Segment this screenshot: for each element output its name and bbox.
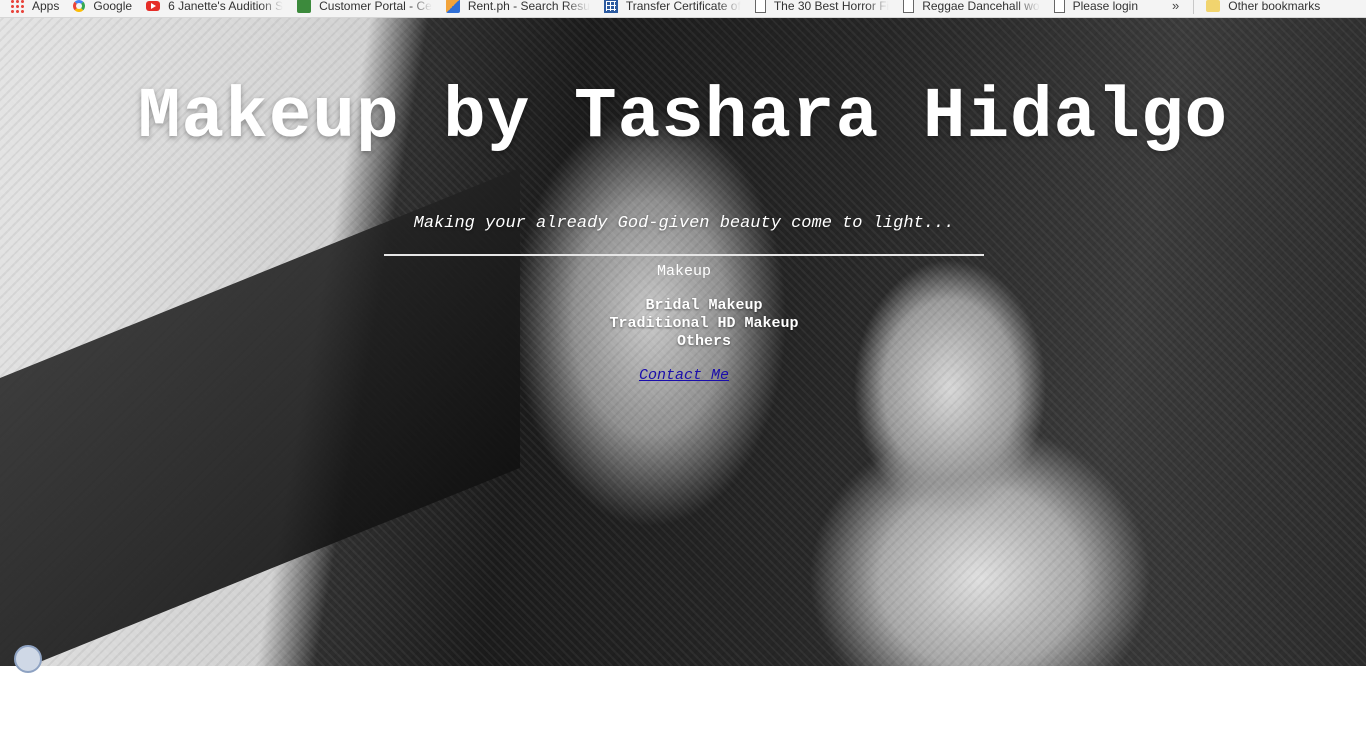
bookmark-apps[interactable]: Apps [10, 0, 59, 17]
folder-icon [1206, 0, 1221, 12]
service-traditional-hd-makeup[interactable]: Traditional HD Makeup [504, 315, 904, 333]
site-title: Makeup by Tashara Hidalgo [137, 78, 1229, 158]
bookmark-transfer-certificate[interactable]: Transfer Certificate of [603, 0, 741, 17]
other-bookmarks-label: Other bookmarks [1228, 0, 1321, 13]
bookmark-label: Rent.ph - Search Resu [467, 0, 590, 13]
service-others[interactable]: Others [504, 333, 904, 351]
bookmarks-bar: Apps Google 6 Janette's Audition S Custo… [0, 0, 1366, 18]
portal-icon [297, 0, 312, 13]
bookmark-label: 6 Janette's Audition S [168, 0, 284, 13]
bookmark-please-login[interactable]: Please login [1053, 0, 1138, 17]
contact-me-link[interactable]: Contact Me [584, 367, 784, 384]
service-bridal-makeup[interactable]: Bridal Makeup [504, 297, 904, 315]
tagline: Making your already God-given beauty com… [413, 214, 955, 233]
page-icon [754, 0, 766, 13]
spreadsheet-icon [603, 0, 618, 13]
bookmark-rent-ph[interactable]: Rent.ph - Search Resu [445, 0, 590, 17]
bookmark-label: Customer Portal - Ce [319, 0, 432, 13]
bookmark-customer-portal[interactable]: Customer Portal - Ce [297, 0, 432, 17]
chat-bubble-icon[interactable] [14, 645, 42, 673]
bookmarks-overflow-button[interactable]: » [1172, 0, 1179, 13]
bookmark-reggae-dancehall[interactable]: Reggae Dancehall wo [903, 0, 1040, 17]
divider [384, 254, 984, 256]
bookmark-label: The 30 Best Horror Fi [773, 0, 890, 13]
hero-photo-shadow [0, 167, 520, 666]
hero-background-photo: Makeup by Tashara Hidalgo Making your al… [0, 18, 1366, 666]
bookmark-label: Transfer Certificate of [625, 0, 741, 13]
bookmarks-divider [1193, 0, 1195, 14]
youtube-icon [146, 0, 161, 11]
google-icon [73, 0, 86, 12]
bookmark-horror-films[interactable]: The 30 Best Horror Fi [754, 0, 890, 17]
bookmark-janette-audition[interactable]: 6 Janette's Audition S [146, 0, 283, 17]
page-icon [1053, 0, 1065, 13]
bookmark-google[interactable]: Google [73, 0, 132, 17]
bookmark-label: Apps [32, 0, 60, 13]
apps-grid-icon [10, 0, 24, 13]
nav-makeup-label[interactable]: Makeup [584, 263, 784, 280]
services-list: Bridal Makeup Traditional HD Makeup Othe… [504, 297, 904, 351]
bookmark-label: Google [93, 0, 133, 13]
page-icon [903, 0, 915, 13]
bookmark-label: Please login [1072, 0, 1138, 13]
bookmark-label: Reggae Dancehall wo [922, 0, 1040, 13]
other-bookmarks-folder[interactable]: Other bookmarks [1206, 0, 1320, 17]
rent-icon [445, 0, 460, 13]
